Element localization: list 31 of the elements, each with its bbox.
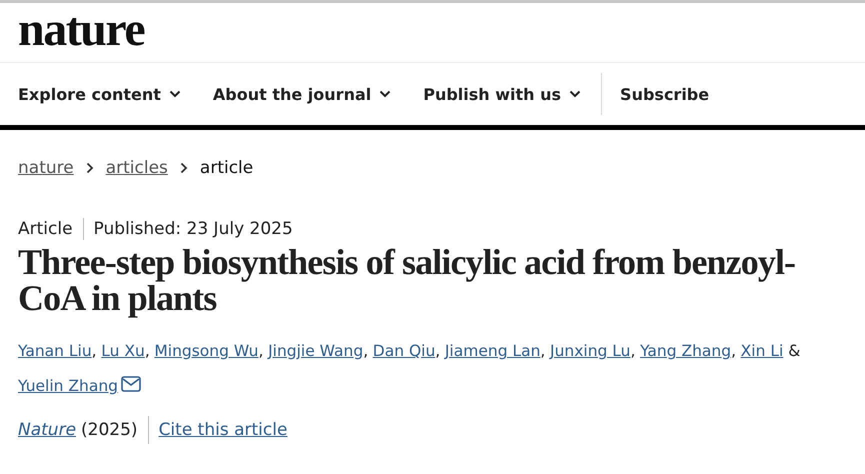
author-link[interactable]: Jingjie Wang <box>268 342 364 360</box>
author-link[interactable]: Xin Li <box>740 342 784 360</box>
breadcrumb-link[interactable]: articles <box>106 158 168 178</box>
chevron-down-icon <box>379 90 392 98</box>
breadcrumb-link[interactable]: nature <box>18 158 74 178</box>
nature-logo[interactable]: nature <box>18 6 144 54</box>
chevron-down-icon <box>168 90 181 98</box>
cite-link[interactable]: Cite this article <box>158 420 288 440</box>
author-link[interactable]: Yang Zhang <box>640 342 732 360</box>
article-title: Three-step biosynthesis of salicylic acid from benzoyl-CoA in plants <box>18 244 796 316</box>
chevron-down-icon <box>569 90 582 98</box>
article-type: Article <box>18 219 73 239</box>
nav-menu-item[interactable]: About the journal <box>212 84 392 104</box>
author-link[interactable]: Mingsong Wu <box>154 342 258 360</box>
nav-menu-item[interactable]: Publish with us <box>423 84 582 104</box>
author-link[interactable]: Dan Qiu <box>372 342 436 360</box>
author-link[interactable]: Yuelin Zhang <box>18 377 118 395</box>
nav-menu-item[interactable]: Subscribe <box>620 84 710 104</box>
nav-menu-item[interactable]: Explore content <box>18 84 181 104</box>
author-link[interactable]: Junxing Lu <box>550 342 630 360</box>
author-list: Yanan Liu, Lu Xu, Mingsong Wu, Jingjie Wang, Dan Qiu, Jiameng Lan, Junxing Lu, Yang Zhang, Xin Li & Yuelin Zhang <box>18 334 847 404</box>
author-link[interactable]: Yanan Liu <box>18 342 92 360</box>
publish-date: Published: 23 July 2025 <box>94 219 293 239</box>
journal-link[interactable]: Nature <box>18 420 76 440</box>
chevron-right-icon <box>180 162 188 174</box>
email-icon[interactable] <box>121 376 142 392</box>
chevron-right-icon <box>86 162 94 174</box>
author-link[interactable]: Jiameng Lan <box>444 342 540 360</box>
breadcrumb-current: article <box>200 158 254 178</box>
author-link[interactable]: Lu Xu <box>101 342 145 360</box>
publication-year: (2025) <box>81 420 138 440</box>
